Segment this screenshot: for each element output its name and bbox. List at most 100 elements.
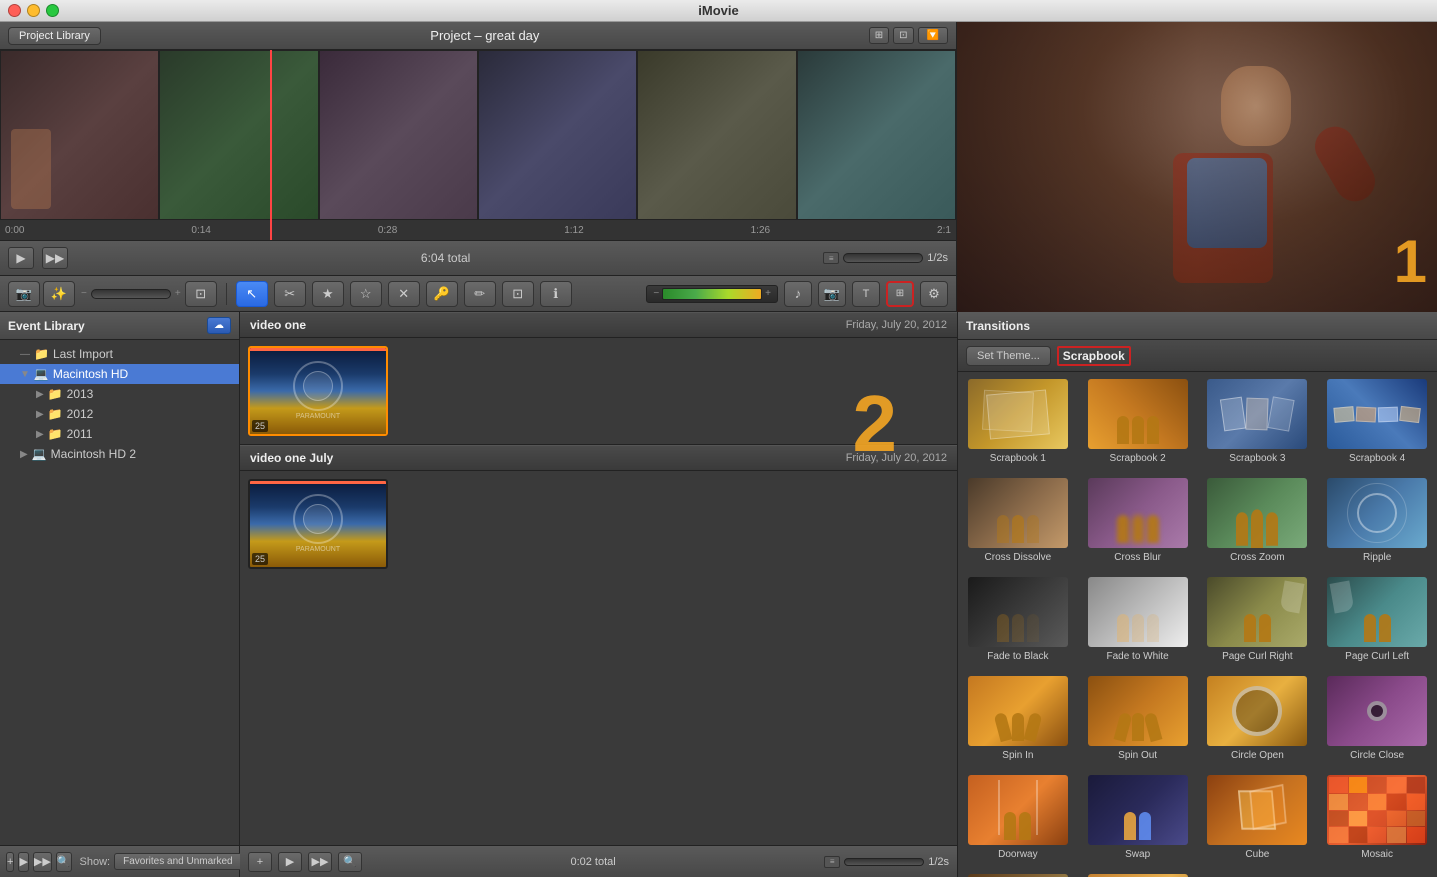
project-library-button[interactable]: Project Library xyxy=(8,27,101,45)
transition-scrapbook-3[interactable]: Scrapbook 3 xyxy=(1198,372,1318,471)
tree-item-macintosh-hd2[interactable]: ▶ 💻 Macintosh HD 2 xyxy=(0,444,239,464)
set-theme-button[interactable]: Set Theme... xyxy=(966,346,1051,366)
timeline-frame-6[interactable] xyxy=(797,50,956,220)
transition-spin-out[interactable]: Spin Out xyxy=(1078,669,1198,768)
sil-b2 xyxy=(1132,515,1144,543)
settings-icon[interactable]: ⚙ xyxy=(920,281,948,307)
maximize-button[interactable] xyxy=(46,4,59,17)
tool-camera[interactable]: 📷 xyxy=(8,281,40,307)
transition-ripple[interactable]: Ripple xyxy=(1317,471,1437,570)
tool-trim[interactable]: ✂ xyxy=(274,281,306,307)
view-toggle[interactable]: 🔽 xyxy=(918,27,948,44)
zoom-plus[interactable]: + xyxy=(175,288,181,299)
cloud-button[interactable]: ☁ xyxy=(207,317,231,334)
event-clips-1: 2 PARAMOUNT xyxy=(240,338,957,444)
tool-fit[interactable]: ⊡ xyxy=(185,281,217,307)
transition-doorway[interactable]: Doorway xyxy=(958,768,1078,867)
transition-spin-in[interactable]: Spin In xyxy=(958,669,1078,768)
sil-b3 xyxy=(1147,515,1159,543)
tree-item-last-import[interactable]: — 📁 Last Import xyxy=(0,344,239,364)
transitions-icon[interactable]: ⊞ xyxy=(886,281,914,307)
tree-label-last-import: Last Import xyxy=(53,347,113,361)
view-btn-1[interactable]: ⊞ xyxy=(869,27,889,44)
tree-item-2011[interactable]: ▶ 📁 2011 xyxy=(0,424,239,444)
timeline-frame-1[interactable] xyxy=(0,50,159,220)
zoom-minus[interactable]: − xyxy=(81,288,87,299)
transition-more-2[interactable] xyxy=(1078,867,1198,877)
transition-cross-dissolve[interactable]: Cross Dissolve xyxy=(958,471,1078,570)
tool-crop[interactable]: ⊡ xyxy=(502,281,534,307)
sil-pcr1 xyxy=(1244,614,1256,642)
transition-scrapbook-4[interactable]: Scrapbook 4 xyxy=(1317,372,1437,471)
play-event-button[interactable]: ▶ xyxy=(18,852,28,872)
timeline-frame-3[interactable] xyxy=(319,50,478,220)
tool-eyedropper[interactable]: ✏ xyxy=(464,281,496,307)
sil-fb3 xyxy=(1027,614,1039,642)
minimize-button[interactable] xyxy=(27,4,40,17)
timecode-4: 1:26 xyxy=(751,225,770,236)
tool-favorite[interactable]: ★ xyxy=(312,281,344,307)
timeline-frame-4[interactable] xyxy=(478,50,637,220)
speed-slider[interactable] xyxy=(843,253,923,263)
tool-select[interactable]: ↖ xyxy=(236,281,268,307)
event-content-btn-1[interactable]: + xyxy=(248,852,272,872)
transition-fade-to-black[interactable]: Fade to Black xyxy=(958,570,1078,669)
zoom-event-button[interactable]: 🔍 xyxy=(56,852,72,872)
transition-cross-blur[interactable]: Cross Blur xyxy=(1078,471,1198,570)
transition-swap[interactable]: Swap xyxy=(1078,768,1198,867)
transition-page-curl-right[interactable]: Page Curl Right xyxy=(1198,570,1318,669)
transition-circle-close[interactable]: Circle Close xyxy=(1317,669,1437,768)
timeline-frame-5[interactable] xyxy=(637,50,796,220)
clip-thumb-1[interactable]: PARAMOUNT 25 xyxy=(248,346,388,436)
trans-label-spin-in: Spin In xyxy=(1002,750,1033,761)
sil-si2 xyxy=(1012,713,1024,741)
tool-info[interactable]: ℹ xyxy=(540,281,572,307)
transitions-title: Transitions xyxy=(966,319,1030,333)
tree-item-macintosh-hd[interactable]: ▼ 💻 Macintosh HD xyxy=(0,364,239,384)
tool-keyword[interactable]: 🔑 xyxy=(426,281,458,307)
text-icon[interactable]: T xyxy=(852,281,880,307)
clip-thumb-2[interactable]: PARAMOUNT 25 xyxy=(248,479,388,569)
doorway-effect xyxy=(998,780,1038,835)
event-content-btn-play2[interactable]: ▶▶ xyxy=(308,852,332,872)
circle-open-effect xyxy=(1232,686,1282,736)
add-event-button[interactable]: + xyxy=(6,852,14,872)
event-speed-slider[interactable] xyxy=(844,858,924,866)
timecode-0: 0:00 xyxy=(5,225,24,236)
transition-page-curl-left[interactable]: Page Curl Left xyxy=(1317,570,1437,669)
event-content-btn-play[interactable]: ▶ xyxy=(278,852,302,872)
transition-scrapbook-1[interactable]: Scrapbook 1 xyxy=(958,372,1078,471)
zoom-slider[interactable] xyxy=(91,289,171,299)
play-full-button[interactable]: ▶▶ xyxy=(42,247,68,269)
sil-3 xyxy=(1147,416,1159,444)
tool-unfavorite[interactable]: ☆ xyxy=(350,281,382,307)
tree-item-2013[interactable]: ▶ 📁 2013 xyxy=(0,384,239,404)
silhouette-pcl xyxy=(1327,614,1427,642)
tree-icon-2013: 📁 xyxy=(48,387,63,401)
music-icon[interactable]: ♪ xyxy=(784,281,812,307)
transition-scrapbook-2[interactable]: Scrapbook 2 xyxy=(1078,372,1198,471)
tool-reject[interactable]: ✕ xyxy=(388,281,420,307)
show-select[interactable]: Favorites and Unmarked xyxy=(114,853,254,870)
tree-icon-2012: 📁 xyxy=(48,407,63,421)
play-event-button2[interactable]: ▶▶ xyxy=(33,852,52,872)
event-content-btn-zoom[interactable]: 🔍 xyxy=(338,852,362,872)
transition-mosaic[interactable]: Mosaic xyxy=(1317,768,1437,867)
timeline-frame-2[interactable] xyxy=(159,50,318,220)
photo-icon[interactable]: 📷 xyxy=(818,281,846,307)
app-body: Project Library Project – great day ⊞ ⊡ … xyxy=(0,22,1437,877)
transition-more-1[interactable] xyxy=(958,867,1078,877)
silhouette-pcr xyxy=(1207,614,1307,642)
transition-cube[interactable]: Cube xyxy=(1198,768,1318,867)
transition-fade-to-white[interactable]: Fade to White xyxy=(1078,570,1198,669)
trans-thumb-doorway xyxy=(968,775,1068,845)
transition-cross-zoom[interactable]: Cross Zoom xyxy=(1198,471,1318,570)
tree-icon-last-import: 📁 xyxy=(34,347,49,361)
close-button[interactable] xyxy=(8,4,21,17)
view-btn-2[interactable]: ⊡ xyxy=(893,27,913,44)
play-button[interactable]: ▶ xyxy=(8,247,34,269)
tool-magic[interactable]: ✨ xyxy=(43,281,75,307)
tree-item-2012[interactable]: ▶ 📁 2012 xyxy=(0,404,239,424)
timecode-3: 1:12 xyxy=(564,225,583,236)
transition-circle-open[interactable]: Circle Open xyxy=(1198,669,1318,768)
